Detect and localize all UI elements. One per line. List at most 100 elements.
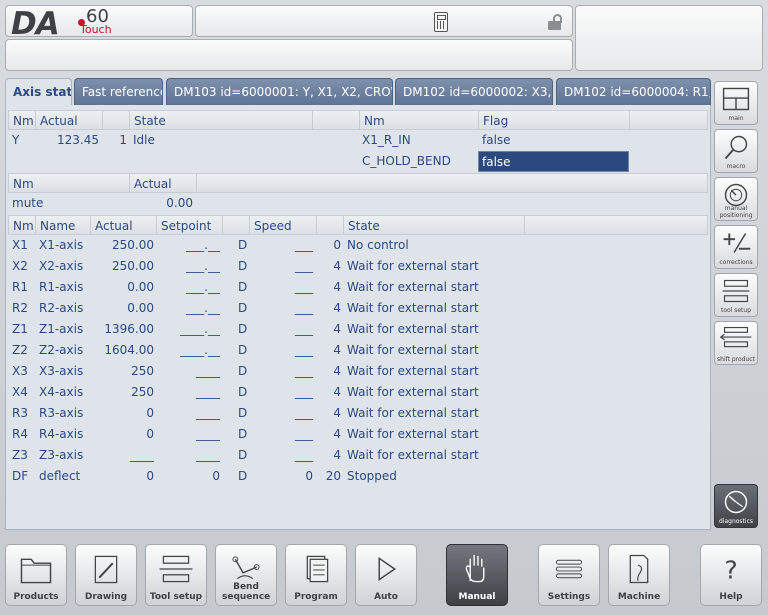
nav-bend-sequence-label: Bend sequence — [222, 582, 271, 602]
flag-row-nm: C_HOLD_BEND — [362, 154, 451, 168]
tab-fast-reference[interactable]: Fast reference — [74, 78, 163, 105]
main-button[interactable]: main — [714, 81, 758, 125]
axis-row-code: 4 — [333, 406, 341, 420]
axis-row-setpoint: ____.__ — [180, 343, 220, 357]
tool-setup-side-button[interactable]: tool setup — [714, 273, 758, 317]
y-state: Idle — [133, 133, 155, 147]
nav-program-button[interactable]: Program — [285, 544, 347, 606]
axis-row-speed: ___ — [295, 322, 313, 336]
play-icon — [378, 556, 396, 582]
nav-machine-button[interactable]: Machine — [608, 544, 670, 606]
gauge-icon — [724, 490, 748, 514]
manual-positioning-label: manual positioning — [719, 205, 753, 219]
pencil-icon — [94, 555, 118, 584]
nav-help-label: Help — [719, 592, 743, 602]
corrections-button[interactable]: corrections — [714, 225, 758, 269]
nav-manual-label: Manual — [458, 592, 496, 602]
diagnostics-button[interactable]: diagnostics — [714, 484, 758, 528]
axis-row-state: Wait for external start — [347, 364, 479, 378]
pages-icon — [306, 555, 329, 583]
axis-row-mode: D — [238, 280, 248, 294]
axis-row-setpoint: 0 — [212, 469, 220, 483]
axis-row-mode: D — [238, 427, 248, 441]
tab-dm103[interactable]: DM103 id=6000001: Y, X1, X2, CROWN — [166, 78, 393, 105]
axis-row-speed: ___ — [295, 406, 313, 420]
axis-row-state: Wait for external start — [347, 448, 479, 462]
tab-dm102-r1-r2[interactable]: DM102 id=6000004: R1, R2 — [556, 78, 711, 105]
axis-row-actual: 0.00 — [127, 280, 154, 294]
axis-row-mode: D — [238, 259, 248, 273]
nav-manual-button[interactable]: Manual — [446, 544, 508, 606]
axis-row-state: Stopped — [347, 469, 397, 483]
axis-row-setpoint: ___.__ — [186, 301, 220, 315]
tab-axis-state[interactable]: Axis state — [5, 78, 72, 106]
header-blank — [196, 173, 708, 193]
axis-row-name: Z1-axis — [39, 322, 84, 336]
header-setpoint: Setpoint — [156, 215, 223, 235]
axis-row-name: R2-axis — [39, 301, 84, 315]
axis-row-nm: X1 — [12, 238, 28, 252]
calculator-icon[interactable] — [434, 12, 448, 32]
manual-positioning-button[interactable]: manual positioning — [714, 177, 758, 221]
axis-row-setpoint: ____ — [196, 385, 220, 399]
svg-text:?: ? — [724, 556, 737, 585]
flag-row-value[interactable]: false — [482, 130, 511, 151]
hand-icon — [465, 554, 485, 583]
y-actual: 123.45 — [57, 133, 99, 147]
axis-row-nm: Z1 — [12, 322, 28, 336]
macro-button[interactable]: macro — [714, 129, 758, 173]
nav-settings-label: Settings — [547, 592, 591, 602]
top-right-panel — [575, 5, 763, 71]
axis-row-setpoint: ___.__ — [186, 238, 220, 252]
folder-icon — [20, 558, 52, 584]
axis-row-actual: 250.00 — [112, 238, 154, 252]
nav-bend-sequence-button[interactable]: Bend sequence — [215, 544, 277, 606]
shift-product-button[interactable]: shift product — [714, 321, 758, 365]
nav-tool-setup-button[interactable]: Tool setup — [145, 544, 207, 606]
axis-row-actual: 250.00 — [112, 259, 154, 273]
tab-dm102-x3-x4[interactable]: DM102 id=6000002: X3, X4 — [395, 78, 553, 105]
nav-settings-button[interactable]: Settings — [538, 544, 600, 606]
axis-row-code: 4 — [333, 322, 341, 336]
plus-minus-icon — [723, 233, 751, 253]
window-icon — [722, 87, 750, 111]
axis-row-speed: 0 — [305, 469, 313, 483]
axis-row-speed: ___ — [295, 385, 313, 399]
axis-row-mode: D — [238, 322, 248, 336]
axis-row-nm: DF — [12, 469, 29, 483]
nav-help-button[interactable]: ? Help — [700, 544, 762, 606]
axis-row-mode: D — [238, 301, 248, 315]
top-bar — [195, 5, 573, 37]
header-actual: Actual — [90, 215, 157, 235]
axis-row-setpoint: ___.__ — [186, 259, 220, 273]
axis-table-header: Nm Name Actual Setpoint Speed State — [8, 215, 708, 235]
axis-row-state: Wait for external start — [347, 322, 479, 336]
axis-row-name: Z2-axis — [39, 343, 84, 357]
mute-nm: mute — [12, 196, 44, 210]
tool-setup-side-label: tool setup — [720, 307, 752, 314]
nav-auto-button[interactable]: Auto — [355, 544, 417, 606]
nav-products-button[interactable]: Products — [5, 544, 67, 606]
axis-row-code: 0 — [333, 238, 341, 252]
nav-drawing-button[interactable]: Drawing — [75, 544, 137, 606]
axis-row-mode: D — [238, 238, 248, 252]
axis-row-speed: ___ — [295, 427, 313, 441]
axis-row-name: R4-axis — [39, 427, 84, 441]
header-blank — [102, 110, 130, 130]
axis-row-speed: ___ — [295, 301, 313, 315]
axis-row-nm: R1 — [12, 280, 28, 294]
axis-row-code: 4 — [333, 259, 341, 273]
axis-row-actual: 1604.00 — [104, 343, 154, 357]
axis-row-state: No control — [347, 238, 409, 252]
header-blank — [629, 110, 708, 130]
axis-state-panel: Nm Actual State Nm Flag Y 123.45 1 Idle … — [5, 105, 711, 530]
nav-machine-label: Machine — [617, 592, 661, 602]
tool-setup-icon — [722, 279, 750, 303]
axis-row-state: Wait for external start — [347, 406, 479, 420]
header-state: State — [343, 215, 525, 235]
axis-row-mode: D — [238, 406, 248, 420]
unlock-icon[interactable] — [548, 14, 562, 30]
flag-row-value-selected[interactable]: false — [478, 151, 629, 172]
axis-row-speed: ___ — [295, 259, 313, 273]
axis-row-code: 4 — [333, 301, 341, 315]
